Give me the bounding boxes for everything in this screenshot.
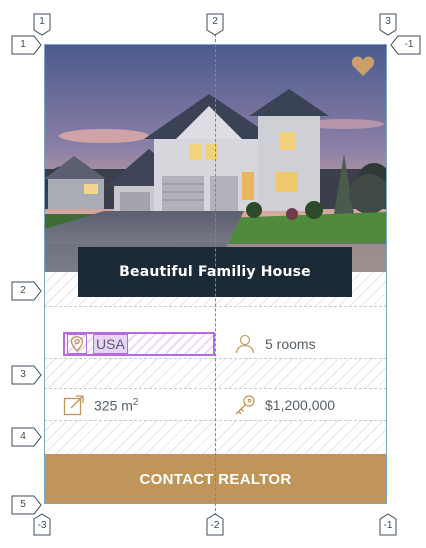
grid-hatch-area (44, 420, 387, 454)
guide-marker-left-5: 5 (11, 494, 42, 518)
location-pin-icon (67, 334, 87, 354)
contact-realtor-button[interactable]: CONTACT REALTOR (44, 454, 387, 504)
grid-row-divider (44, 358, 387, 359)
favorite-heart-icon[interactable] (351, 55, 375, 77)
grid-row-divider (44, 306, 387, 307)
property-card: Beautiful Familiy House USA 5 rooms 325 … (44, 44, 387, 504)
guide-marker-bottom-neg1: -1 (378, 513, 406, 537)
guide-marker-top-1: 1 (32, 12, 60, 36)
feature-area: 325 m2 (63, 394, 138, 416)
person-icon (234, 333, 256, 355)
feature-country[interactable]: USA (63, 332, 215, 356)
guide-marker-left-4: 4 (11, 426, 42, 450)
area-unit-superscript: 2 (132, 396, 139, 408)
grid-row-divider (44, 420, 387, 421)
guide-marker-right-neg1: -1 (389, 34, 421, 58)
house-photo (44, 44, 387, 272)
feature-country-value: USA (93, 334, 128, 354)
grid-row-divider (44, 388, 387, 389)
feature-price-value: $1,200,000 (265, 397, 336, 413)
guide-marker-top-3: 3 (378, 12, 406, 36)
feature-rooms-value: 5 rooms (265, 336, 316, 352)
feature-rooms: 5 rooms (234, 333, 316, 355)
feature-area-value: 325 m2 (94, 396, 139, 414)
guide-marker-top-2: 2 (205, 12, 233, 36)
guide-marker-bottom-neg2: -2 (205, 513, 233, 537)
grid-hatch-area (44, 358, 387, 388)
key-icon (234, 394, 256, 416)
property-title: Beautiful Familiy House (78, 247, 352, 297)
guide-marker-left-1: 1 (11, 34, 42, 58)
guide-marker-left-2: 2 (11, 280, 42, 304)
expand-arrow-icon (63, 394, 85, 416)
guide-marker-left-3: 3 (11, 364, 42, 388)
feature-price: $1,200,000 (234, 394, 335, 416)
